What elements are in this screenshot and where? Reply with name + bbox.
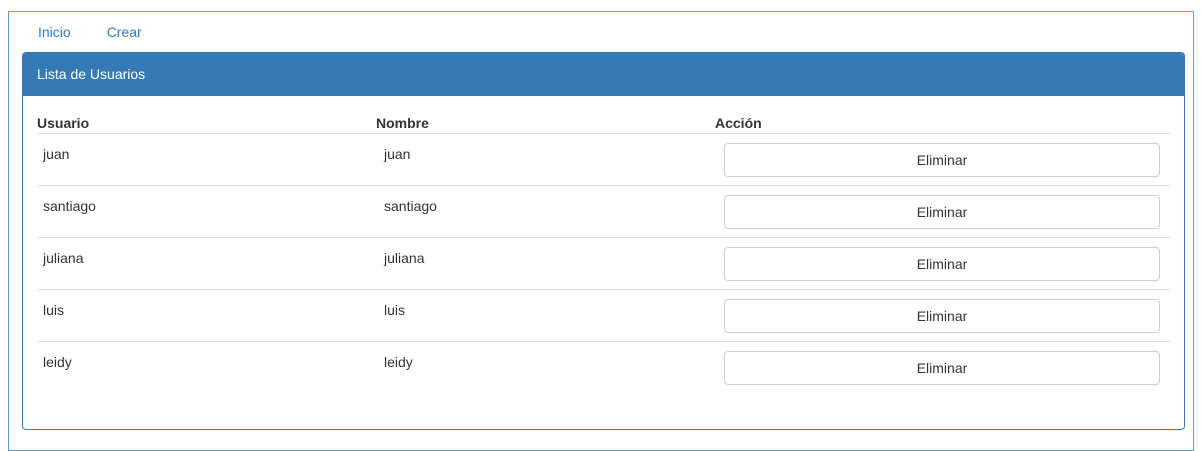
usuario-text: juan <box>43 146 70 162</box>
cell-usuario: juliana <box>37 237 376 290</box>
table-header-row: Usuario Nombre Acción <box>37 111 1170 134</box>
table-row: juan juan Eliminar <box>37 133 1170 186</box>
users-table: Usuario Nombre Acción juan juan Eliminar… <box>37 111 1170 393</box>
eliminar-button[interactable]: Eliminar <box>724 351 1160 385</box>
cell-usuario: santiago <box>37 185 376 238</box>
cell-accion: Eliminar <box>715 342 1170 394</box>
usuario-text: leidy <box>43 354 72 370</box>
nombre-text: juliana <box>384 250 425 266</box>
nombre-text: juan <box>384 146 411 162</box>
table-row: leidy leidy Eliminar <box>37 342 1170 394</box>
cell-accion: Eliminar <box>715 289 1170 342</box>
nav-link-crear[interactable]: Crear <box>107 22 142 42</box>
nombre-text: santiago <box>384 198 437 214</box>
table-row: juliana juliana Eliminar <box>37 237 1170 290</box>
nombre-text: luis <box>384 302 406 318</box>
cell-usuario: juan <box>37 133 376 186</box>
eliminar-button[interactable]: Eliminar <box>724 143 1160 177</box>
panel-title: Lista de Usuarios <box>23 53 1184 96</box>
eliminar-button[interactable]: Eliminar <box>724 299 1160 333</box>
cell-usuario: leidy <box>37 342 376 394</box>
column-header-nombre: Nombre <box>376 111 715 134</box>
eliminar-button[interactable]: Eliminar <box>724 247 1160 281</box>
usuario-text: luis <box>43 302 65 318</box>
cell-nombre: juliana <box>376 237 715 290</box>
usuario-text: santiago <box>43 198 96 214</box>
cell-nombre: juan <box>376 133 715 186</box>
nombre-text: leidy <box>384 354 413 370</box>
cell-nombre: luis <box>376 289 715 342</box>
top-nav: Inicio Crear <box>38 22 142 42</box>
table-row: luis luis Eliminar <box>37 289 1170 342</box>
users-panel: Lista de Usuarios Usuario Nombre Acción … <box>22 52 1185 430</box>
nav-link-inicio[interactable]: Inicio <box>38 22 71 42</box>
cell-accion: Eliminar <box>715 185 1170 238</box>
cell-accion: Eliminar <box>715 237 1170 290</box>
table-row: santiago santiago Eliminar <box>37 185 1170 238</box>
column-header-accion: Acción <box>715 111 1170 134</box>
cell-nombre: leidy <box>376 342 715 394</box>
cell-accion: Eliminar <box>715 133 1170 186</box>
eliminar-button[interactable]: Eliminar <box>724 195 1160 229</box>
usuario-text: juliana <box>43 250 84 266</box>
column-header-usuario: Usuario <box>37 111 376 134</box>
cell-usuario: luis <box>37 289 376 342</box>
cell-nombre: santiago <box>376 185 715 238</box>
